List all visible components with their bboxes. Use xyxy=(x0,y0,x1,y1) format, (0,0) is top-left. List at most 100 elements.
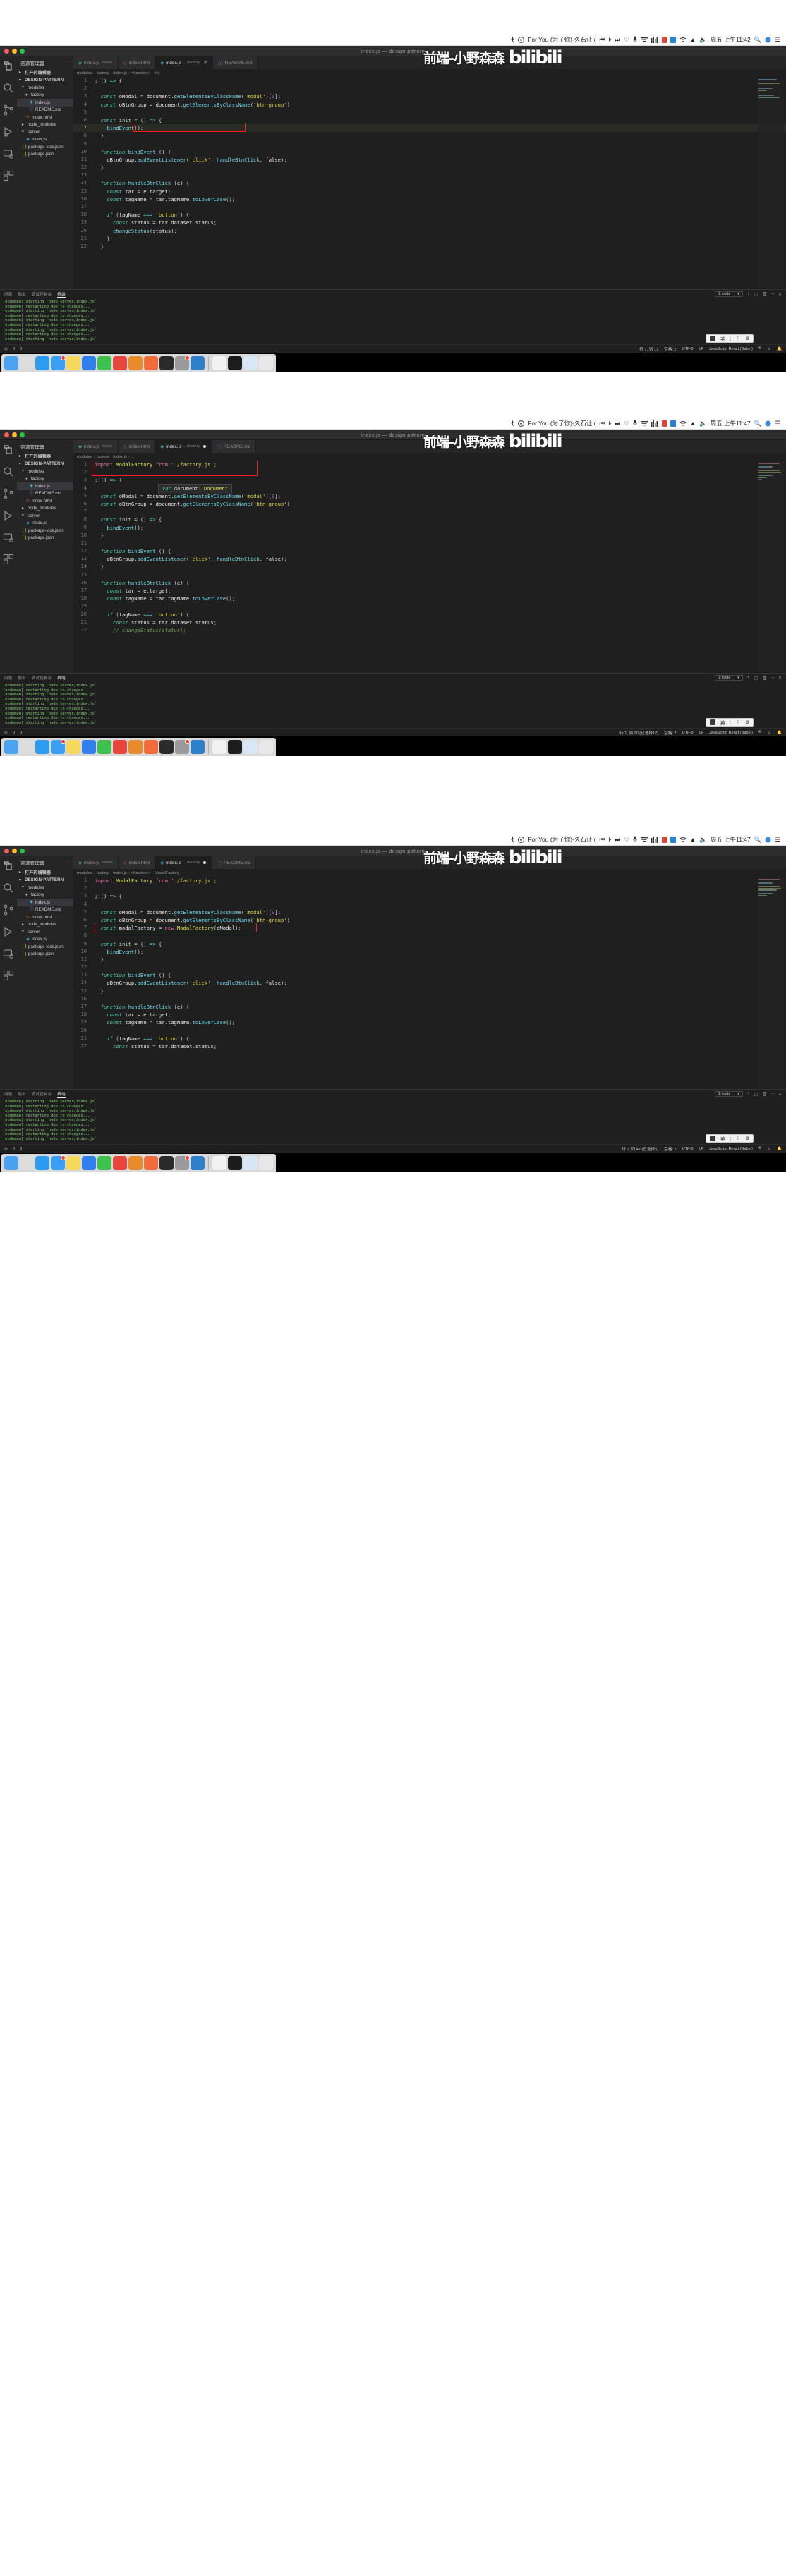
code-editor-1[interactable]: 1 ;(() => {2 3 const oModal = document.get… xyxy=(73,77,786,289)
chrome-icon[interactable] xyxy=(113,740,127,754)
volume-icon[interactable]: 🔈 xyxy=(699,420,707,427)
equalizer-icon[interactable] xyxy=(651,836,658,843)
ime-punctuation-toggle[interactable]: ; xyxy=(730,720,732,725)
dingtalk-icon[interactable] xyxy=(82,1156,96,1170)
extensions-icon[interactable] xyxy=(3,170,14,181)
run-debug-icon[interactable] xyxy=(3,126,14,138)
split-terminal-icon[interactable]: ◫ xyxy=(754,1092,758,1097)
editor-tab[interactable]: ⓘ README.md xyxy=(212,440,257,453)
code-line[interactable]: 10 function bindEvent () { xyxy=(73,148,786,156)
heart-icon[interactable]: ♡ xyxy=(624,837,629,843)
code-line[interactable]: 20 changeStatus(status); xyxy=(73,227,786,235)
prettier-icon[interactable]: ⎆ xyxy=(758,730,761,735)
code-line[interactable]: 12 } xyxy=(73,164,786,171)
notes-icon[interactable] xyxy=(66,1156,80,1170)
code-line[interactable]: 5 xyxy=(73,109,786,116)
add-terminal-icon[interactable]: + xyxy=(747,1092,750,1096)
finder-icon[interactable] xyxy=(4,356,18,370)
code-line[interactable]: 21 if (tagName === 'button') { xyxy=(73,1035,786,1043)
project-root-section[interactable]: ▾ DESIGN-PATTERN xyxy=(17,460,73,468)
search-icon[interactable]: 🔍 xyxy=(754,420,762,427)
terminal-tab-problems[interactable]: 问题 xyxy=(4,675,12,681)
eol[interactable]: LF xyxy=(699,347,703,351)
code-line[interactable]: 12 function bindEvent () { xyxy=(73,547,786,555)
code-line[interactable]: 17 const tar = e.target; xyxy=(73,587,786,595)
cursor-position[interactable]: 行 7, 列 47 (已选择6) xyxy=(622,1146,658,1152)
language-mode[interactable]: JavaScript React (Babel) xyxy=(709,347,753,351)
bell-icon[interactable]: 🔔 xyxy=(777,1147,782,1151)
breadcrumb-item[interactable]: factory xyxy=(97,71,109,75)
safari-icon[interactable] xyxy=(35,1156,49,1170)
code-line[interactable]: 6 const oBtnGroup = document.getElements… xyxy=(73,916,786,924)
mail-icon[interactable] xyxy=(51,1155,66,1170)
vscode-icon[interactable] xyxy=(191,1156,205,1170)
editor-tab[interactable]: ◇ index.html xyxy=(118,56,156,69)
editor-tab[interactable]: ◈ index.js .../factory ✕ xyxy=(155,56,214,69)
split-terminal-icon[interactable]: ◫ xyxy=(754,676,758,681)
cursor-position[interactable]: 行 1, 列 20 (已选择12) xyxy=(619,730,658,736)
file-tree-item[interactable]: ▾ factory xyxy=(17,892,73,899)
file-tree-item[interactable]: ▾ server xyxy=(17,512,73,520)
ime-popup-2[interactable]: 英 ; ☾ ⚙ xyxy=(706,718,754,727)
code-line[interactable]: 8 } xyxy=(73,132,786,140)
black-folder-icon[interactable] xyxy=(228,1156,242,1170)
file-tree-item[interactable]: ⓘ README.md xyxy=(17,107,73,114)
code-line[interactable]: 21 } xyxy=(73,235,786,243)
breadcrumb-item[interactable]: init xyxy=(155,71,159,75)
code-line[interactable]: 6 const oBtnGroup = document.getElements… xyxy=(73,500,786,508)
code-line[interactable]: 20 xyxy=(73,1027,786,1035)
code-line[interactable]: 22 // changeStatus(status); xyxy=(73,626,786,634)
code-line[interactable]: 10 bindEvent(); xyxy=(73,948,786,956)
trash-icon[interactable] xyxy=(259,740,273,754)
terminal-tab-output[interactable]: 输出 xyxy=(18,675,25,681)
moon-icon[interactable]: ☾ xyxy=(736,1136,740,1141)
siri-icon[interactable] xyxy=(765,420,771,427)
remote-explorer-icon[interactable] xyxy=(3,148,14,159)
bluetooth-icon[interactable]: ▲ xyxy=(690,420,696,427)
chevron-up-icon[interactable]: – xyxy=(772,292,774,296)
extensions-icon[interactable] xyxy=(3,970,14,981)
notes-icon[interactable] xyxy=(66,740,80,754)
warning-count[interactable]: 0 xyxy=(20,1147,22,1151)
code-line[interactable]: 15 const tar = e.target; xyxy=(73,188,786,195)
wifi-icon[interactable] xyxy=(679,837,687,842)
play-icon[interactable]: ⏵ xyxy=(608,837,611,843)
code-line[interactable]: 7 xyxy=(73,508,786,516)
code-line[interactable]: 14 oBtnGroup.addEventListener('click', h… xyxy=(73,979,786,987)
minimap-1[interactable] xyxy=(757,78,784,288)
postman-icon[interactable] xyxy=(144,740,158,754)
dingtalk-icon[interactable] xyxy=(82,740,96,754)
code-line[interactable]: 3 ;(() => { xyxy=(73,476,786,484)
notes-icon[interactable] xyxy=(66,356,80,370)
siri-icon[interactable] xyxy=(765,37,771,43)
trash-icon[interactable]: 🗑 xyxy=(762,292,768,297)
error-count[interactable]: 0 xyxy=(13,731,15,735)
prev-track-icon[interactable]: ⏮ xyxy=(600,837,605,843)
editor-tab[interactable]: ◈ index.js server xyxy=(73,856,119,869)
music-app-icon[interactable] xyxy=(518,420,525,427)
file-tree-item[interactable]: ▾ factory xyxy=(17,92,73,99)
run-debug-icon[interactable] xyxy=(3,510,14,521)
code-line[interactable]: 1 import ModalFactory from './factory.js'… xyxy=(73,461,786,468)
encoding[interactable]: UTF-8 xyxy=(682,1147,694,1151)
file-tree-item[interactable]: ◈ index.js xyxy=(17,99,73,107)
explorer-icon[interactable] xyxy=(3,444,14,456)
sublime-icon[interactable] xyxy=(128,1156,143,1170)
breadcrumb-item[interactable]: index.js xyxy=(113,455,127,459)
explorer-more-actions-button[interactable]: ··· xyxy=(63,860,70,865)
file-tree-item[interactable]: ◈ index.js xyxy=(17,936,73,944)
mic-icon[interactable] xyxy=(633,836,637,843)
airdrop-icon[interactable] xyxy=(640,37,648,43)
file-tree-item[interactable]: ▾ modules xyxy=(17,84,73,92)
code-line[interactable]: 1 ;(() => { xyxy=(73,77,786,85)
bluetooth-icon[interactable]: ▲ xyxy=(690,837,696,843)
live-share-icon[interactable]: ☺ xyxy=(767,731,771,735)
terminal-tab-problems[interactable]: 问题 xyxy=(4,1091,12,1097)
prev-track-icon[interactable]: ⏮ xyxy=(600,420,605,427)
moon-icon[interactable]: ☾ xyxy=(736,719,740,725)
code-line[interactable]: 8 const init = () => { xyxy=(73,516,786,523)
warning-count[interactable]: 0 xyxy=(20,731,22,735)
editor-tab[interactable]: ◈ index.js .../factory xyxy=(155,440,212,453)
code-line[interactable]: 3 ;(() => { xyxy=(73,892,786,900)
terminal-tab-output[interactable]: 输出 xyxy=(18,1091,25,1097)
